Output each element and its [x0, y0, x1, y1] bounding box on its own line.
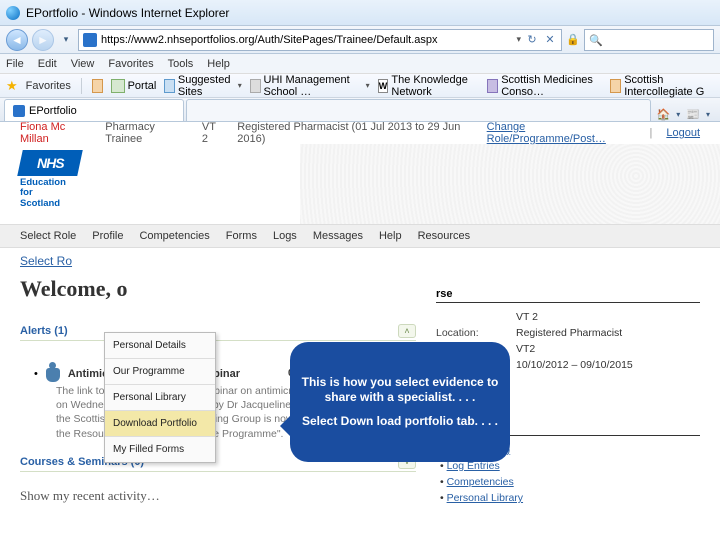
alerts-header[interactable]: Alerts (1) ˄ [20, 324, 416, 341]
tab-messages[interactable]: Messages [313, 230, 363, 242]
menu-favorites[interactable]: Favorites [108, 58, 153, 70]
tab-select-role[interactable]: Select Role [20, 230, 76, 242]
dd-download-portfolio[interactable]: Download Portfolio [105, 411, 215, 437]
change-role-link[interactable]: Change Role/Programme/Post… [487, 122, 636, 145]
user-code: VT 2 [202, 122, 223, 145]
bookmark-knowledge[interactable]: WThe Knowledge Network [378, 74, 480, 98]
logout-link[interactable]: Logout [666, 127, 700, 139]
callout-line1: This is how you select evidence to share… [300, 375, 500, 406]
tab-forms[interactable]: Forms [226, 230, 257, 242]
tab-help[interactable]: Help [379, 230, 402, 242]
tab-logs[interactable]: Logs [273, 230, 297, 242]
url-field[interactable]: https://www2.nhseportfolios.org/Auth/Sit… [78, 29, 562, 51]
favorites-label[interactable]: Favorites [26, 80, 71, 92]
refresh-icon[interactable]: ↻ [525, 33, 539, 47]
lock-icon: 🔒 [566, 33, 580, 47]
callout-line2: Select Down load portfolio tab. . . . [300, 414, 500, 430]
bookmark-smc[interactable]: Scottish Medicines Conso… [487, 74, 602, 98]
alerts-title: Alerts (1) [20, 325, 68, 337]
bullet: • [34, 368, 38, 380]
dd-personal-library[interactable]: Personal Library [105, 385, 215, 411]
welcome-heading: Welcome, o [20, 276, 416, 302]
recent-activity-link[interactable]: Show my recent activity… [20, 488, 416, 504]
select-role-link[interactable]: Select Ro [20, 254, 72, 268]
window-titlebar: EPortfolio - Windows Internet Explorer [0, 0, 720, 26]
main-nav: Select Role Profile Competencies Forms L… [0, 224, 720, 248]
ql-competencies[interactable]: Competencies [447, 476, 514, 488]
instruction-callout: This is how you select evidence to share… [290, 342, 510, 462]
favorites-toolbar: ★ Favorites Portal Suggested Sites▾ UHI … [0, 74, 720, 98]
window-title: EPortfolio - Windows Internet Explorer [26, 6, 229, 20]
bookmark-portal[interactable]: Portal [111, 79, 157, 93]
tab-title: EPortfolio [29, 105, 77, 117]
tab-profile[interactable]: Profile [92, 230, 123, 242]
browser-search-input[interactable]: 🔍 [584, 29, 714, 51]
page-content: Fiona Mc Millan Pharmacy Trainee VT 2 Re… [0, 122, 720, 540]
dd-personal-details[interactable]: Personal Details [105, 333, 215, 359]
profile-dropdown: Personal Details Our Programme Personal … [104, 332, 216, 463]
site-favicon [83, 33, 97, 47]
menu-file[interactable]: File [6, 58, 24, 70]
bookmark-sign[interactable]: Scottish Intercollegiate G [610, 74, 714, 98]
tab-resources[interactable]: Resources [418, 230, 471, 242]
decorative-bg [300, 144, 720, 224]
menu-tools[interactable]: Tools [168, 58, 194, 70]
back-button[interactable]: ◄ [6, 29, 28, 51]
bookmark-uhi[interactable]: UHI Management School …▾ [250, 74, 370, 98]
url-dropdown-icon[interactable]: ▾ [516, 34, 521, 45]
new-tab-area[interactable] [186, 99, 651, 121]
user-registration: Registered Pharmacist (01 Jul 2013 to 29… [237, 122, 472, 145]
menu-help[interactable]: Help [207, 58, 230, 70]
history-dropdown[interactable]: ▾ [58, 29, 74, 51]
user-bar: Fiona Mc Millan Pharmacy Trainee VT 2 Re… [0, 122, 720, 144]
posts-header: rse [436, 288, 700, 303]
divider: | [650, 127, 653, 139]
user-name: Fiona Mc Millan [20, 122, 91, 145]
stop-icon[interactable]: ✕ [543, 33, 557, 47]
menu-edit[interactable]: Edit [38, 58, 57, 70]
search-icon: 🔍 [589, 34, 601, 46]
nhs-logo: NHS [17, 150, 83, 176]
divider [81, 78, 82, 94]
ql-personal-library[interactable]: Personal Library [447, 492, 523, 504]
favorites-star-icon[interactable]: ★ [6, 78, 18, 94]
ie-icon [6, 6, 20, 20]
url-text: https://www2.nhseportfolios.org/Auth/Sit… [101, 34, 438, 46]
menubar: File Edit View Favorites Tools Help [0, 54, 720, 74]
user-role: Pharmacy Trainee [105, 122, 188, 145]
forward-button[interactable]: ► [32, 29, 54, 51]
bookmark-suggested[interactable]: Suggested Sites▾ [164, 74, 241, 98]
feeds-icon[interactable]: 📰 [686, 108, 700, 121]
menu-view[interactable]: View [71, 58, 95, 70]
dd-our-programme[interactable]: Our Programme [105, 359, 215, 385]
home-icon[interactable]: 🏠 [657, 108, 671, 121]
field-code: VT 2 [436, 309, 700, 325]
tab-favicon [13, 105, 25, 117]
person-icon [46, 368, 60, 382]
branding: NHS EducationforScotland [0, 144, 720, 224]
field-location: Location:Registered Pharmacist [436, 325, 700, 341]
tab-competencies[interactable]: Competencies [139, 230, 209, 242]
tab-eportfolio[interactable]: EPortfolio [4, 99, 184, 121]
collapse-icon[interactable]: ˄ [398, 324, 416, 338]
address-bar: ◄ ► ▾ https://www2.nhseportfolios.org/Au… [0, 26, 720, 54]
add-favorite-icon[interactable] [92, 79, 103, 93]
dd-my-filled-forms[interactable]: My Filled Forms [105, 437, 215, 462]
tab-strip: EPortfolio 🏠▾ 📰▾ [0, 98, 720, 122]
